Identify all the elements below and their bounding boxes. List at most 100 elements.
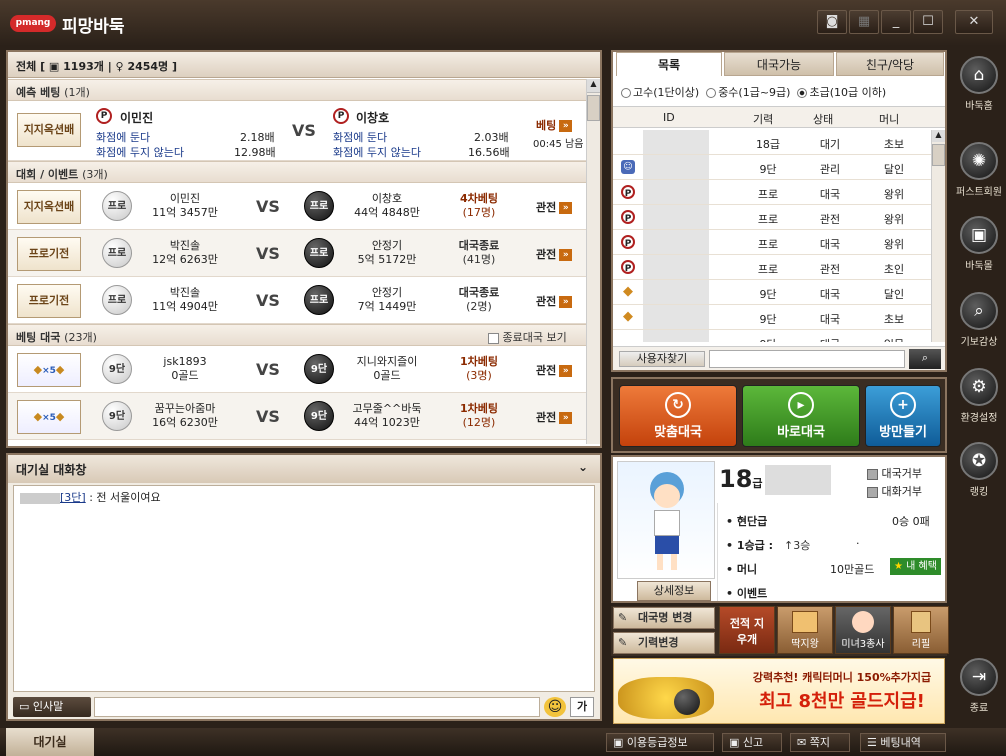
user-money: 왕위 [883,188,905,201]
event-row[interactable]: 프로기전 프로 박진솔 12억 6263만 VS 프로 안정기 5억 5172만 대… [8,230,586,277]
filter-high[interactable]: 고수(1단이상) [621,86,699,99]
scroll-up-icon[interactable]: ▲ [932,130,945,142]
game-list-scrollbar[interactable]: ▲ [586,79,600,444]
create-room-button[interactable]: + 방만들기 [865,385,941,447]
scroll-thumb[interactable] [932,144,945,166]
bet-history-button[interactable]: ☰ 베팅내역 [860,733,946,752]
watch-label: 관전 [536,364,557,377]
username-redacted [643,305,709,329]
vs-label: VS [292,121,316,140]
event-row[interactable]: 프로기전 프로 박진솔 11억 4904만 VS 프로 안정기 7억 1449만 대… [8,277,586,324]
chat-rank[interactable]: [3단] [60,491,86,504]
watch-button[interactable]: 관전» [536,409,573,425]
user-money: 달인 [883,288,905,301]
sidebar-label: 종료 [969,703,989,714]
scroll-up-icon[interactable]: ▲ [587,79,600,93]
watch-button[interactable]: 관전» [536,293,573,309]
sidebar-item-exit[interactable]: ⇥ 종료 [952,658,1006,714]
sidebar-item-medal[interactable]: ✪ 랭킹 [952,442,1006,498]
search-icon[interactable]: ⌕ [909,349,941,369]
user-row[interactable]: P 프로 관전 왕위 [613,205,931,230]
user-row[interactable]: P 프로 관전 초인 [613,255,931,280]
detail-info-button[interactable]: 상세정보 [637,581,711,601]
sidebar-item-fan[interactable]: ✺ 퍼스트회원 [952,142,1006,198]
font-button[interactable]: 가 [570,697,594,717]
minimize-button[interactable]: _ [881,10,911,34]
pro-badge-icon: P [621,210,635,224]
screenshot-icon[interactable]: ◙ [817,10,847,34]
search-input[interactable] [709,350,905,368]
vs-label: VS [256,360,280,379]
sidebar-item-search[interactable]: ⌕ 기보감상 [952,292,1006,348]
list-icon: ☰ [867,736,881,749]
arrow-right-icon: » [559,296,573,308]
show-ended-checkbox[interactable]: 종료대국 보기 [488,329,567,345]
username-redacted [643,155,709,179]
predict-row[interactable]: 지지옥션배 P 이민진 화점에 둔다 2.18배 화점에 두지 않는다 12.9… [8,101,586,161]
tab-list[interactable]: 목록 [616,52,722,76]
greeting-button[interactable]: ▭ 인사말 [13,697,91,717]
sidebar-item-gear[interactable]: ⚙ 환경설정 [952,368,1006,424]
maximize-button[interactable]: ☐ [913,10,943,34]
betting-row[interactable]: ◆×5◆ 9단 꿈꾸는아줌마 16억 6230만 VS 9단 고무줄^^바둑 44억… [8,393,586,440]
user-rank: 프로 [757,213,779,226]
tab-friends[interactable]: 친구/악당 [836,52,944,76]
edit-icon: ✎ [618,611,628,624]
refill-button[interactable]: 리필 [893,606,949,654]
user-row[interactable]: ☺ 9단 관리 달인 [613,155,931,180]
user-row[interactable]: ◆ 9단 대국 달인 [613,280,931,305]
bet-button[interactable]: 베팅» [536,117,573,133]
game-status: 대국종료 (2명) [444,286,514,314]
waiting-room-tab[interactable]: 대기실 [6,728,94,756]
pro-badge-icon: P [621,185,635,199]
report-button[interactable]: ▣ 신고 [722,733,782,752]
sidebar-item-gift[interactable]: ▣ 바둑몰 [952,216,1006,272]
sidebar-item-home[interactable]: ⌂ 바둑홈 [952,56,1006,112]
user-list-scrollbar[interactable]: ▲ [931,130,945,342]
edit-icon: ✎ [618,636,628,649]
beauty-trio-button[interactable]: 미녀3총사 [835,606,891,654]
arrow-right-icon: » [559,249,573,261]
filter-beginner[interactable]: 초급(10급 이하) [797,86,886,99]
grade-info-button[interactable]: ▣ 이용등급정보 [606,733,714,752]
betting-row[interactable]: ◆×5◆ 9단 jsk1893 0골드 VS 9단 지니와지즐이 0골드 1차베팅(… [8,346,586,393]
user-row[interactable]: 18급 대기 초보 [613,130,931,155]
watch-button[interactable]: 관전» [536,199,573,215]
user-money: 초보 [883,313,905,326]
watch-label: 관전 [536,295,557,308]
user-row[interactable]: P 프로 대국 왕위 [613,230,931,255]
promo-banner[interactable]: 강력추천! 캐릭터머니 150%추가지급 최고 8천만 골드지급! [613,658,945,724]
refuse-chat-checkbox[interactable]: 대화거부 [867,483,922,499]
player-name: 꿈꾸는아줌마 [154,402,216,415]
ddakji-king-button[interactable]: 딱지왕 [777,606,833,654]
message-button[interactable]: ✉ 쪽지 [790,733,850,752]
player-name: 안정기 [371,239,403,252]
record-eraser-button[interactable]: 전적 지우개 [719,606,775,654]
close-button[interactable]: ✕ [955,10,993,34]
filter-mid[interactable]: 중수(1급~9급) [706,86,790,99]
user-row[interactable]: 9단 대국 입문 [613,330,931,342]
collapse-icon[interactable]: ⌄ [578,460,588,474]
refuse-game-checkbox[interactable]: 대국거부 [867,465,922,481]
quick-game-button[interactable]: ▸ 바로대국 [742,385,860,447]
match-game-button[interactable]: ↻ 맞춤대국 [619,385,737,447]
scroll-thumb[interactable] [587,95,600,121]
white-stone-icon: 프로 [102,285,132,315]
event-row[interactable]: 지지옥션배 프로 이민진 11억 3457만 VS 프로 이창호 44억 4848만… [8,183,586,230]
checkbox-icon [867,468,878,480]
user-row[interactable]: ◆ 9단 대국 초보 [613,305,931,330]
emoticon-icon[interactable]: ☺ [544,697,566,717]
watch-button[interactable]: 관전» [536,246,573,262]
my-benefit-button[interactable]: ★ 내 혜택 [890,558,941,575]
watch-button[interactable]: 관전» [536,362,573,378]
checkbox-icon [488,332,499,344]
greeting-label: 인사말 [32,700,64,713]
rank-change-button[interactable]: ✎ 기력변경 [613,632,715,654]
gift-icon: ▣ [960,216,998,254]
match-game-label: 맞춤대국 [654,425,702,440]
grid-icon[interactable]: ▦ [849,10,879,34]
tab-available[interactable]: 대국가능 [724,52,834,76]
user-row[interactable]: P 프로 대국 왕위 [613,180,931,205]
chat-input[interactable] [94,697,540,717]
rename-game-button[interactable]: ✎ 대국명 변경 [613,607,715,629]
